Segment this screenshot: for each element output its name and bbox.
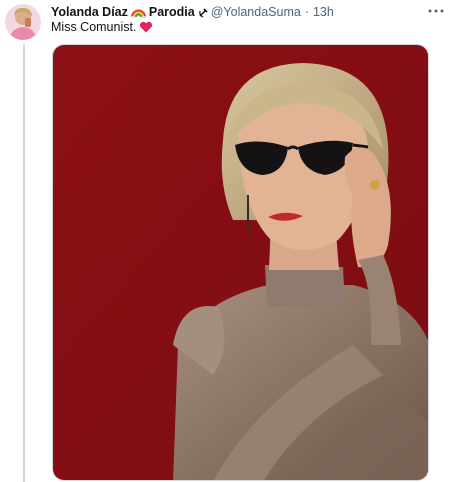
rainbow-icon [130,6,146,18]
tweet-text-content: Miss Comunist. [51,20,137,34]
author-handle[interactable]: @YolandaSuma [211,5,301,19]
hammer-sickle-icon [198,7,208,18]
avatar[interactable] [5,4,41,40]
tweet-text: Miss Comunist. [51,20,153,34]
more-icon[interactable] [425,2,447,20]
timestamp[interactable]: 13h [313,5,334,19]
tweet-container: Yolanda Díaz Parodia @YolandaSuma · 13h [0,0,455,482]
author-name[interactable]: Yolanda Díaz [51,5,128,19]
tweet-photo[interactable] [52,44,429,481]
author-suffix[interactable]: Parodia [149,5,195,19]
separator-dot: · [304,5,309,19]
tweet-header: Yolanda Díaz Parodia @YolandaSuma · 13h [51,3,425,21]
heart-icon [139,21,153,33]
thread-line [23,44,25,482]
